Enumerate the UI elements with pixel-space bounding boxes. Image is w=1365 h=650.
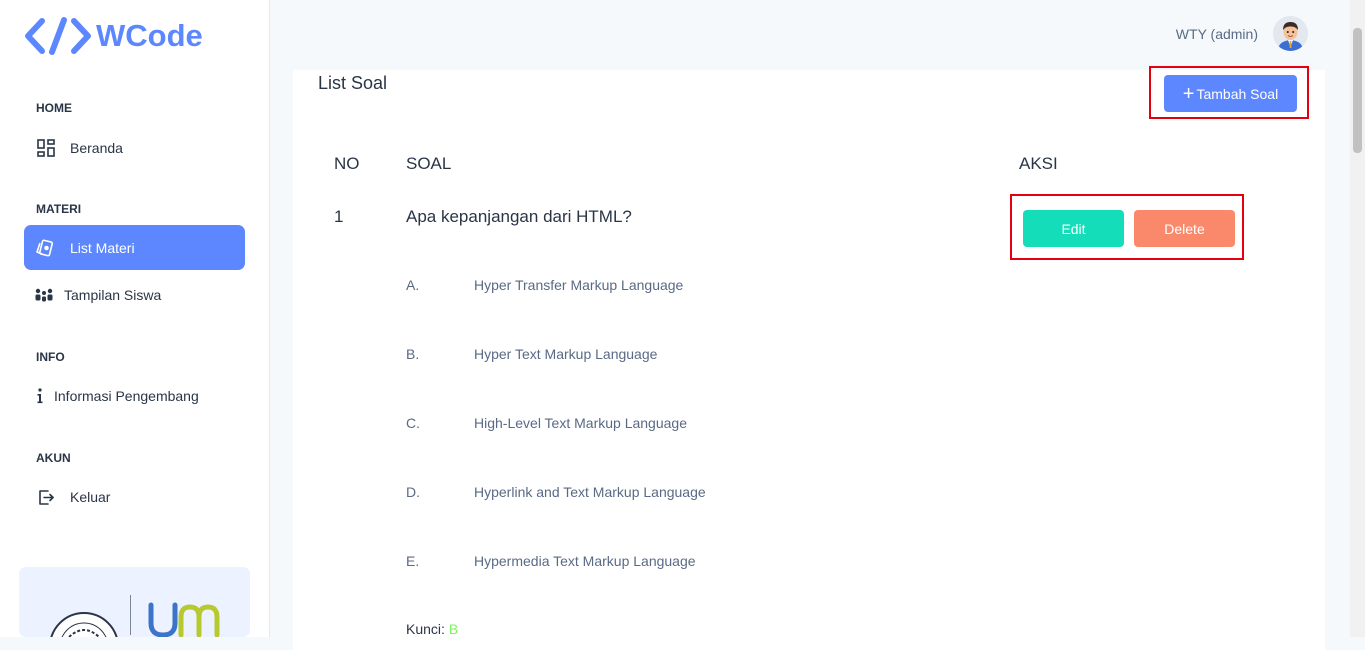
- sidebar-item-beranda[interactable]: Beranda: [24, 125, 245, 170]
- code-brackets-icon: [25, 17, 91, 55]
- sidebar-item-keluar[interactable]: Keluar: [24, 474, 245, 519]
- topbar: WTY (admin): [271, 0, 1350, 70]
- answer-key-label: Kunci:: [406, 621, 445, 637]
- question-text: Apa kepanjangan dari HTML?: [406, 207, 632, 226]
- section-caption-akun: AKUN: [36, 451, 71, 465]
- avatar[interactable]: [1273, 16, 1308, 51]
- column-header-aksi: AKSI: [1019, 154, 1058, 173]
- page-scrollbar[interactable]: [1350, 0, 1365, 637]
- university-seal-icon: [50, 612, 118, 637]
- sidebar-item-tampilan-siswa[interactable]: Tampilan Siswa: [24, 272, 245, 317]
- option-text: High-Level Text Markup Language: [474, 415, 687, 431]
- brand-logo[interactable]: WCode: [24, 16, 203, 56]
- user-name[interactable]: WTY (admin): [1176, 26, 1258, 42]
- user-avatar-icon: [1273, 16, 1308, 51]
- highlight-box-add: + Tambah Soal: [1149, 66, 1309, 119]
- scrollbar-thumb[interactable]: [1353, 28, 1362, 153]
- option-letter: E.: [406, 553, 420, 569]
- brand-name: WCode: [96, 18, 203, 53]
- answer-key: Kunci: B: [406, 621, 458, 637]
- logout-icon: [36, 487, 56, 507]
- question-number: 1: [334, 207, 344, 226]
- sidebar-item-informasi-pengembang[interactable]: Informasi Pengembang: [24, 373, 245, 418]
- sidebar-item-label: Informasi Pengembang: [54, 387, 199, 404]
- option-letter: A.: [406, 277, 420, 293]
- section-caption-home: HOME: [36, 101, 72, 115]
- sidebar-item-label: Tampilan Siswa: [64, 286, 162, 303]
- option-text: Hypermedia Text Markup Language: [474, 553, 696, 569]
- sidebar: WCode HOME Beranda MATERI List Materi Ta…: [0, 0, 270, 637]
- highlight-box-actions: Edit Delete: [1010, 194, 1244, 260]
- cards-icon: [36, 238, 56, 258]
- sidebar-item-label: List Materi: [70, 239, 135, 256]
- option-letter: B.: [406, 346, 420, 362]
- page-title: List Soal: [318, 73, 388, 93]
- um-logo-icon: [148, 602, 220, 637]
- column-header-soal: SOAL: [406, 154, 452, 173]
- section-caption-info: INFO: [36, 350, 65, 364]
- university-logos-card: [19, 567, 250, 637]
- edit-button[interactable]: Edit: [1023, 210, 1124, 247]
- add-soal-label: Tambah Soal: [1196, 85, 1279, 102]
- dashboard-icon: [36, 138, 56, 158]
- option-text: Hyper Text Markup Language: [474, 346, 658, 362]
- info-icon: [30, 386, 50, 406]
- sidebar-item-list-materi[interactable]: List Materi: [24, 225, 245, 270]
- section-caption-materi: MATERI: [36, 202, 82, 216]
- answer-key-value: B: [448, 621, 459, 637]
- delete-button[interactable]: Delete: [1134, 210, 1235, 247]
- sidebar-item-label: Keluar: [70, 488, 111, 505]
- logo-divider: [130, 595, 131, 635]
- option-text: Hyper Transfer Markup Language: [474, 277, 684, 293]
- option-letter: C.: [406, 415, 420, 431]
- sidebar-item-label: Beranda: [70, 139, 123, 156]
- plus-icon: +: [1182, 82, 1195, 105]
- column-header-no: NO: [334, 154, 360, 173]
- option-letter: D.: [406, 484, 420, 500]
- option-text: Hyperlink and Text Markup Language: [474, 484, 706, 500]
- users-icon: [34, 285, 54, 305]
- add-soal-button[interactable]: + Tambah Soal: [1164, 75, 1297, 112]
